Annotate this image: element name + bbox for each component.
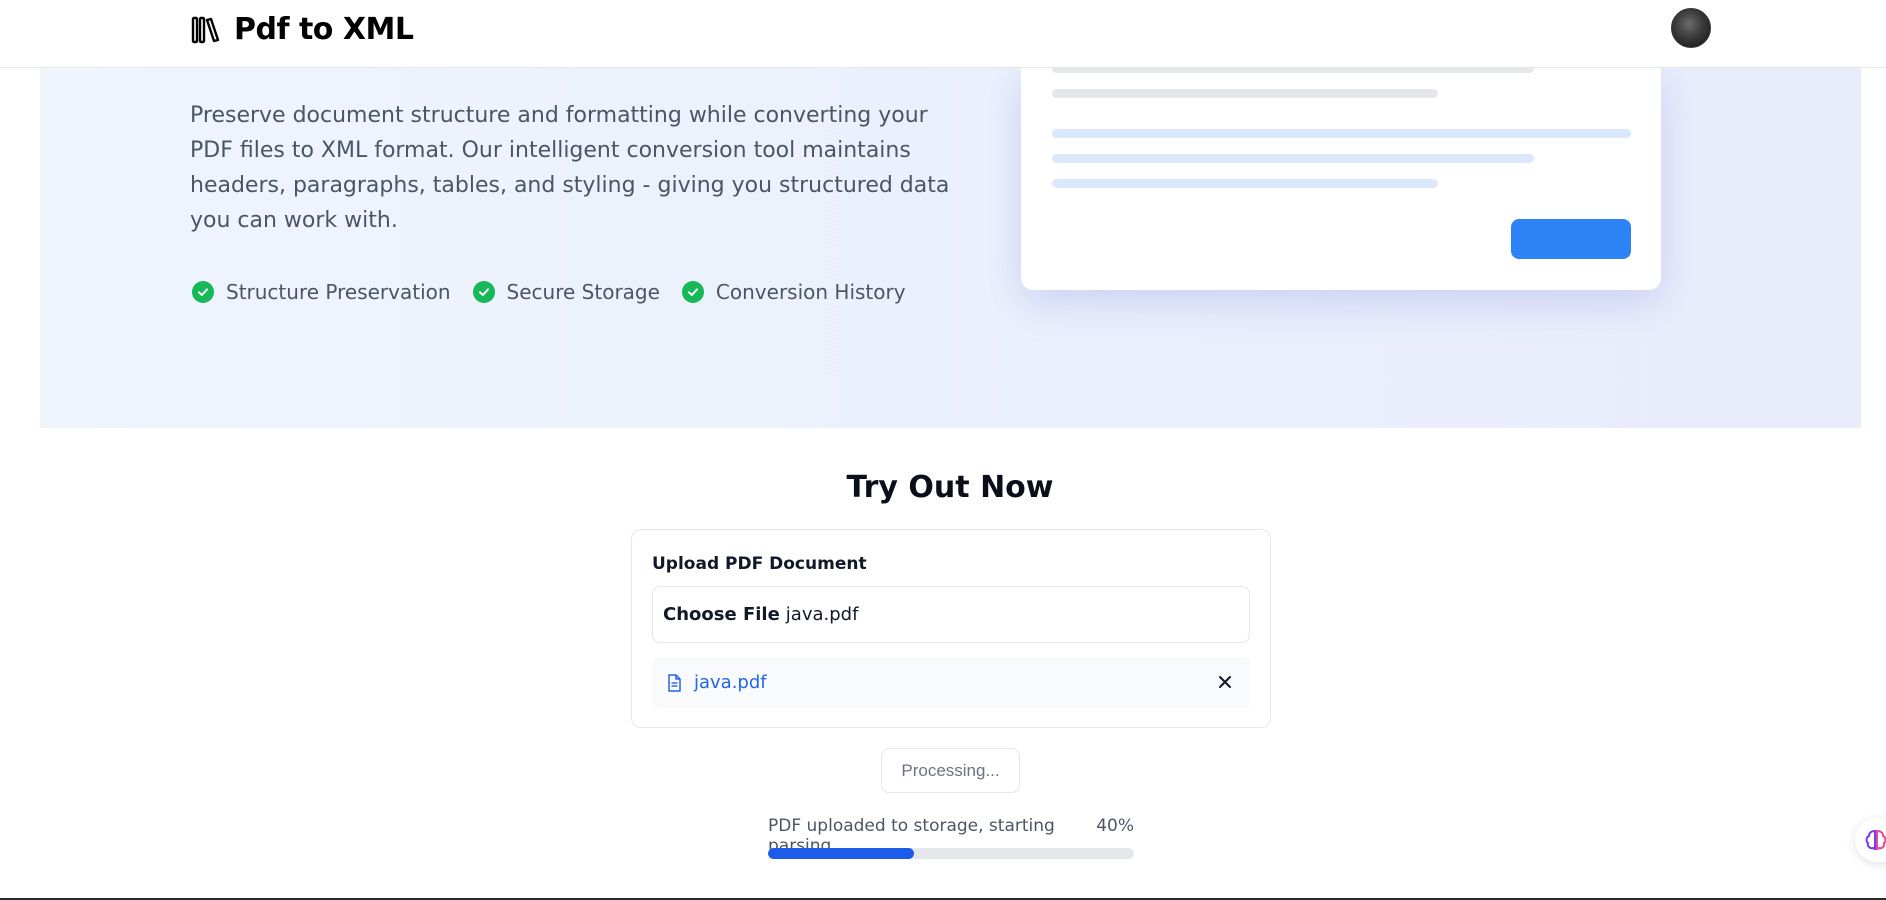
check-circle-icon — [192, 281, 214, 303]
feature-item: Secure Storage — [472, 280, 660, 304]
placeholder-line — [1052, 89, 1438, 98]
close-icon — [1219, 676, 1231, 688]
document-icon — [668, 673, 681, 692]
feature-label: Secure Storage — [506, 280, 660, 304]
selected-file-item: java.pdf — [652, 657, 1250, 708]
remove-file-button[interactable] — [1214, 671, 1236, 693]
feature-label: Structure Preservation — [226, 280, 451, 304]
selected-file-name[interactable]: java.pdf — [694, 672, 767, 693]
hero-description: Preserve document structure and formatti… — [190, 103, 950, 233]
check-circle-icon — [472, 281, 495, 303]
progress-bar — [768, 848, 1134, 859]
upload-card: Upload PDF Document Choose File java.pdf… — [631, 529, 1271, 728]
books-icon — [191, 16, 220, 43]
placeholder-line — [1052, 154, 1534, 163]
upload-label: Upload PDF Document — [652, 554, 867, 574]
feature-item: Structure Preservation — [192, 280, 451, 304]
section-title: Try Out Now — [846, 470, 1054, 505]
floating-assistant-button[interactable] — [1855, 818, 1886, 862]
preview-button — [1511, 219, 1631, 259]
top-header: Pdf to XML — [0, 0, 1886, 68]
user-avatar[interactable] — [1671, 8, 1711, 48]
file-input[interactable]: Choose File java.pdf — [652, 586, 1250, 643]
placeholder-line — [1052, 179, 1438, 188]
progress-fill — [768, 848, 915, 859]
feature-list: Structure Preservation Secure Storage Co… — [192, 280, 906, 304]
choose-file-button[interactable]: Choose File — [663, 604, 780, 625]
brand[interactable]: Pdf to XML — [190, 12, 414, 47]
chosen-file-name: java.pdf — [785, 604, 859, 625]
feature-item: Conversion History — [681, 280, 906, 304]
placeholder-line — [1052, 129, 1631, 138]
hero-section: Preserve document structure and formatti… — [40, 64, 1861, 428]
check-circle-icon — [681, 281, 704, 303]
brain-icon — [1865, 829, 1886, 851]
preview-illustration — [1021, 64, 1661, 290]
feature-label: Conversion History — [715, 280, 906, 304]
processing-button[interactable]: Processing... — [881, 748, 1020, 793]
app-title: Pdf to XML — [234, 12, 414, 47]
